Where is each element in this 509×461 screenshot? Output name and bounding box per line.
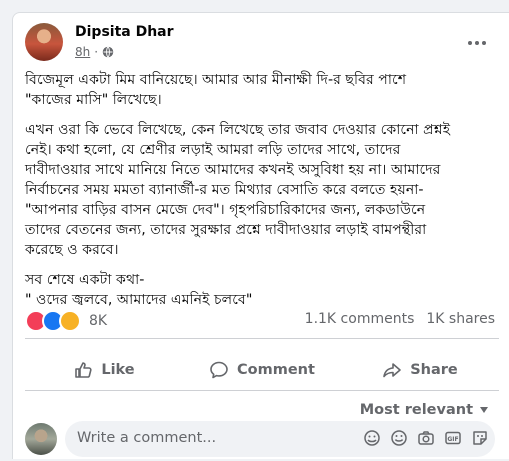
comment-placeholder: Write a comment... xyxy=(77,430,217,446)
thumbs-up-icon xyxy=(75,362,92,378)
svg-text:GIF: GIF xyxy=(447,436,458,443)
engagement-counts: 1.1K comments 1K shares xyxy=(305,311,495,327)
reactions-summary[interactable]: 8K xyxy=(25,310,107,332)
emoji-icon[interactable] xyxy=(390,429,408,447)
comment-label: Comment xyxy=(237,362,315,378)
divider xyxy=(25,338,499,339)
post-paragraph: সব শেষে একটা কথা- " ওদের জ্বলবে, আমাদের … xyxy=(25,272,253,308)
gif-icon[interactable]: GIF xyxy=(444,429,462,447)
post-time[interactable]: 8h xyxy=(75,45,90,59)
caret-down-icon xyxy=(480,407,488,413)
like-button[interactable]: Like xyxy=(25,350,183,390)
separator-dot: · xyxy=(94,45,99,59)
more-options-icon[interactable] xyxy=(465,35,489,51)
post-paragraph: এখন ওরা কি ভেবে লিখেছে, কেন লিখেছে তার জ… xyxy=(25,122,451,258)
comment-icon xyxy=(210,361,228,379)
post-meta: 8h · xyxy=(75,45,114,59)
reaction-count[interactable]: 8K xyxy=(89,313,107,329)
user-avatar[interactable] xyxy=(25,423,57,455)
comments-count[interactable]: 1.1K comments xyxy=(305,311,415,327)
comment-button[interactable]: Comment xyxy=(183,350,341,390)
sort-label: Most relevant xyxy=(359,402,473,418)
share-button[interactable]: Share xyxy=(341,350,499,390)
action-bar: Like Comment Share xyxy=(25,350,499,390)
post-card: Dipsita Dhar 8h · বিজেমূল একটা মিম বানিয… xyxy=(12,12,509,459)
share-icon xyxy=(383,363,402,378)
shares-count[interactable]: 1K shares xyxy=(426,311,495,327)
post-paragraph: বিজেমূল একটা মিম বানিয়েছে। আমার আর মীনা… xyxy=(25,72,407,108)
camera-icon[interactable] xyxy=(417,429,435,447)
divider xyxy=(25,390,499,391)
avatar-sticker-icon[interactable] xyxy=(363,429,381,447)
comment-composer: Write a comment... GIF xyxy=(25,421,499,461)
like-label: Like xyxy=(101,362,135,378)
comment-input[interactable]: Write a comment... GIF xyxy=(65,421,495,457)
composer-tools: GIF xyxy=(363,429,489,447)
globe-icon[interactable] xyxy=(102,46,114,58)
post-body: বিজেমূল একটা মিম বানিয়েছে। আমার আর মীনা… xyxy=(25,70,499,320)
post-stats: 8K 1.1K comments 1K shares xyxy=(25,308,495,332)
share-label: Share xyxy=(410,362,458,378)
author-name[interactable]: Dipsita Dhar xyxy=(75,24,174,40)
sort-comments-dropdown[interactable]: Most relevant xyxy=(360,402,489,418)
care-reaction-icon xyxy=(59,310,81,332)
sticker-icon[interactable] xyxy=(471,429,489,447)
post-header: Dipsita Dhar 8h · xyxy=(25,21,495,63)
author-avatar[interactable] xyxy=(25,23,63,61)
